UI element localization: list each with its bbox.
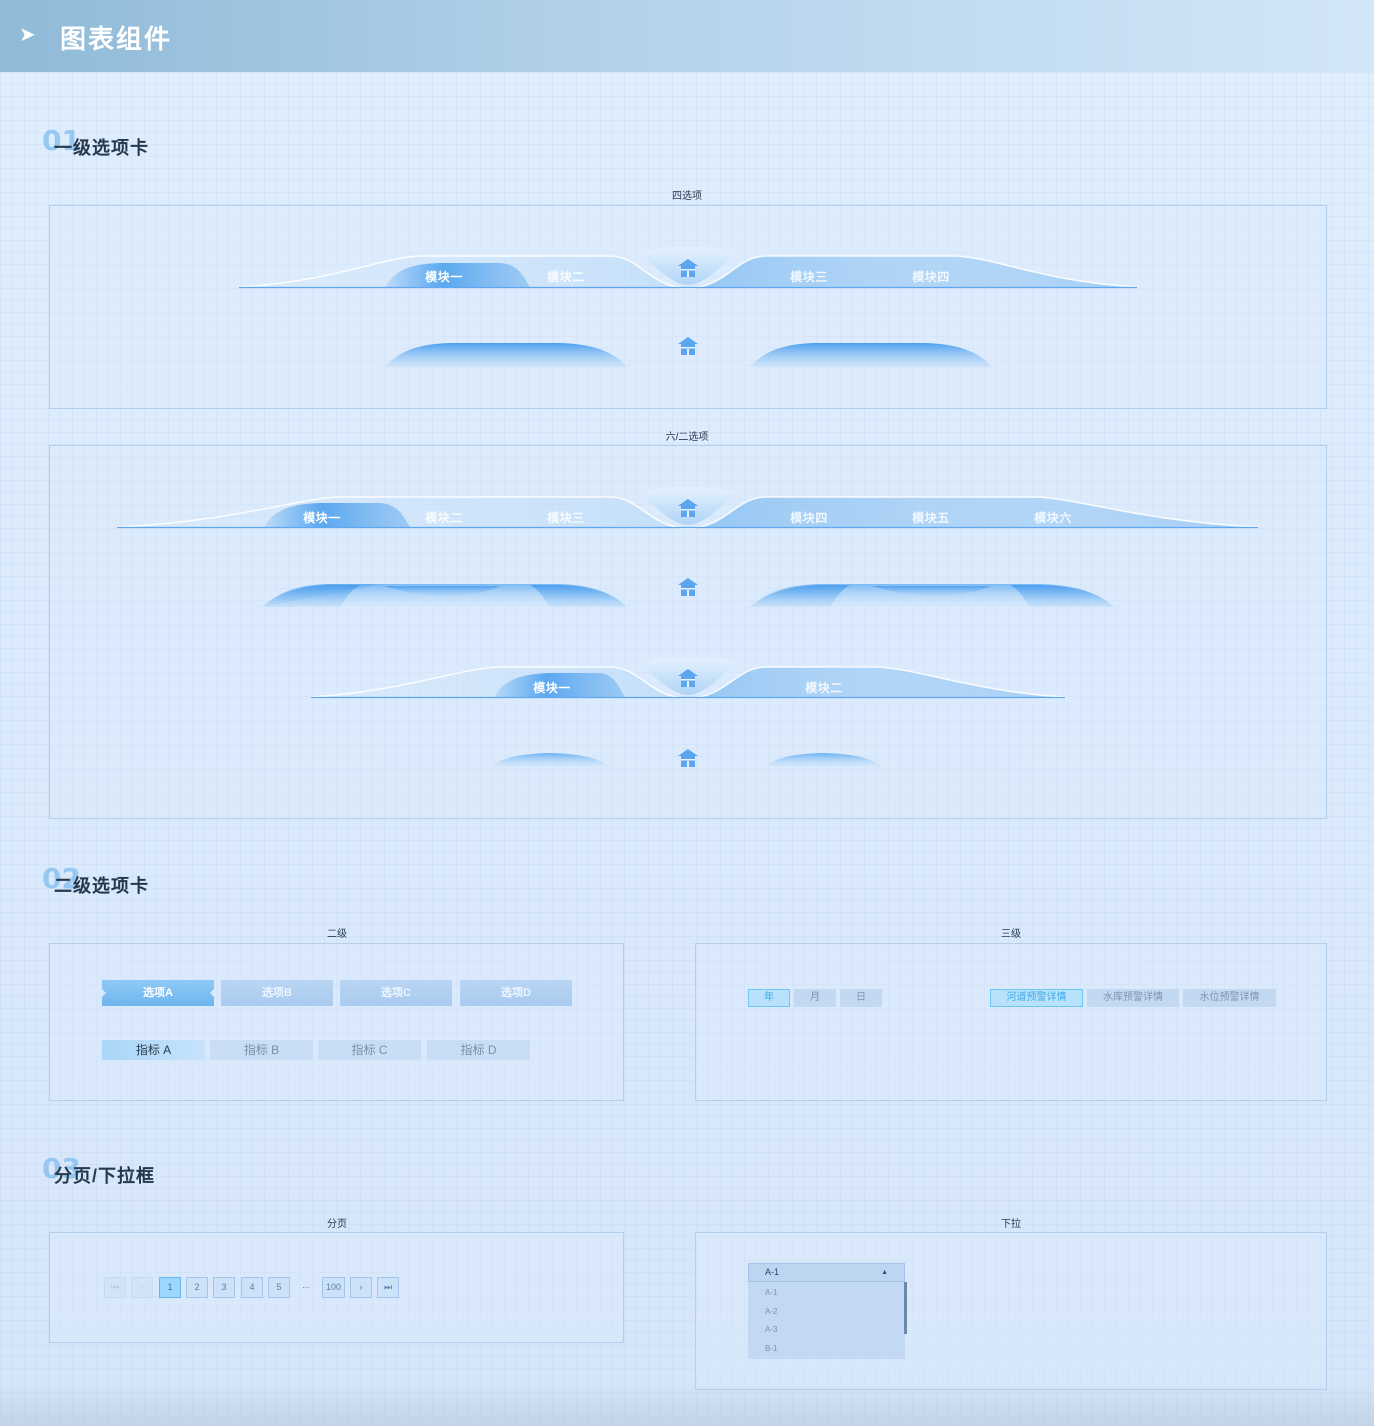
tab-module-3[interactable]: 模块三 bbox=[526, 509, 606, 526]
tab-option-b[interactable]: 选项B bbox=[221, 980, 333, 1006]
tab-option-a[interactable]: 选项A bbox=[102, 980, 214, 1006]
page-button[interactable]: 4 bbox=[241, 1277, 263, 1298]
section-title-02: 02 二级选项卡 bbox=[42, 862, 342, 902]
dropdown-scrollbar[interactable] bbox=[904, 1282, 907, 1334]
tab-module-5[interactable]: 模块五 bbox=[891, 509, 971, 526]
tab-indicator-a[interactable]: 指标 A bbox=[102, 1040, 205, 1060]
caption-pagination: 分页 bbox=[327, 1219, 347, 1230]
tab-water-level-warning[interactable]: 水位预警详情 bbox=[1183, 989, 1276, 1007]
section-title-03: 03 分页/下拉框 bbox=[42, 1152, 342, 1192]
level1-tab-graphics bbox=[116, 247, 1259, 767]
prev-page-icon[interactable]: ‹ bbox=[131, 1277, 153, 1298]
dropdown-option[interactable]: A-3 bbox=[765, 1325, 777, 1334]
page-button[interactable]: 100 bbox=[322, 1277, 345, 1298]
tab-option-d[interactable]: 选项D bbox=[460, 980, 572, 1006]
tab-month[interactable]: 月 bbox=[794, 989, 836, 1007]
dropdown-option[interactable]: A-1 bbox=[765, 1288, 777, 1297]
tab-module-4[interactable]: 模块四 bbox=[769, 509, 849, 526]
section-label: 分页/下拉框 bbox=[54, 1166, 156, 1186]
dropdown-option[interactable]: A-2 bbox=[765, 1307, 777, 1316]
home-icon[interactable] bbox=[677, 498, 699, 518]
page-button[interactable]: 2 bbox=[186, 1277, 208, 1298]
tab-module-3[interactable]: 模块三 bbox=[769, 268, 849, 285]
tab-day[interactable]: 日 bbox=[840, 989, 882, 1007]
home-icon[interactable] bbox=[677, 748, 699, 768]
tab-module-2[interactable]: 模块二 bbox=[526, 268, 606, 285]
page-button[interactable]: 1 bbox=[159, 1277, 181, 1298]
first-page-icon[interactable]: ⏮ bbox=[104, 1277, 126, 1298]
tab-reservoir-warning[interactable]: 水库预警详情 bbox=[1087, 989, 1179, 1007]
page-button[interactable]: 5 bbox=[268, 1277, 290, 1298]
panel-level3 bbox=[695, 943, 1327, 1101]
tab-indicator-d[interactable]: 指标 D bbox=[427, 1040, 530, 1060]
tab-module-2[interactable]: 模块二 bbox=[784, 679, 864, 696]
tab-module-1[interactable]: 模块一 bbox=[404, 268, 484, 285]
home-icon[interactable] bbox=[677, 258, 699, 278]
pagination-ellipsis: ... bbox=[302, 1280, 310, 1290]
section-label: 二级选项卡 bbox=[54, 876, 149, 896]
dropdown-select[interactable]: A-1 ▲ bbox=[748, 1263, 905, 1282]
tab-module-4[interactable]: 模块四 bbox=[891, 268, 971, 285]
caption-level3: 三级 bbox=[1001, 929, 1021, 940]
caret-up-icon[interactable]: ▲ bbox=[881, 1264, 888, 1281]
caption-level2: 二级 bbox=[327, 929, 347, 940]
next-page-icon[interactable]: › bbox=[350, 1277, 372, 1298]
caption-dropdown: 下拉 bbox=[1001, 1219, 1021, 1230]
bottom-shade bbox=[0, 1380, 1374, 1426]
home-icon[interactable] bbox=[677, 577, 699, 597]
dropdown-option[interactable]: B-1 bbox=[765, 1344, 777, 1353]
home-icon[interactable] bbox=[677, 336, 699, 356]
tab-option-c[interactable]: 选项C bbox=[340, 980, 452, 1006]
tab-indicator-c[interactable]: 指标 C bbox=[318, 1040, 421, 1060]
tab-indicator-b[interactable]: 指标 B bbox=[210, 1040, 313, 1060]
tab-module-1[interactable]: 模块一 bbox=[512, 679, 592, 696]
tab-module-6[interactable]: 模块六 bbox=[1013, 509, 1093, 526]
dropdown-list: A-1 A-2 A-3 B-1 bbox=[748, 1282, 905, 1359]
home-icon[interactable] bbox=[677, 668, 699, 688]
tab-module-2[interactable]: 模块二 bbox=[404, 509, 484, 526]
dropdown-selected-value: A-1 bbox=[765, 1267, 780, 1277]
tab-module-1[interactable]: 模块一 bbox=[282, 509, 362, 526]
last-page-icon[interactable]: ⏭ bbox=[377, 1277, 399, 1298]
tab-year[interactable]: 年 bbox=[748, 989, 790, 1007]
tab-river-warning[interactable]: 河道预警详情 bbox=[990, 989, 1083, 1007]
panel-level2 bbox=[49, 943, 624, 1101]
page-button[interactable]: 3 bbox=[213, 1277, 235, 1298]
